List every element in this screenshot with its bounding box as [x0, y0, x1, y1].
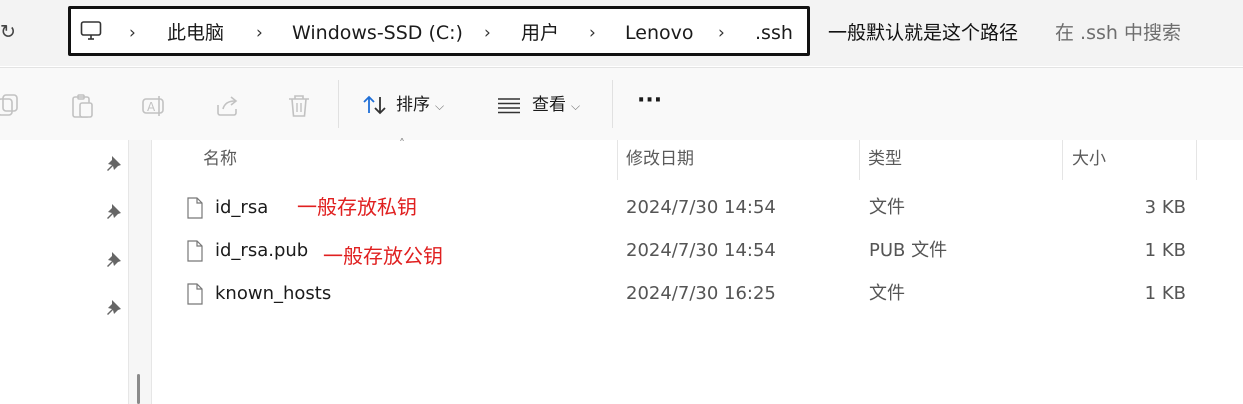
file-name: known_hosts [215, 283, 332, 304]
command-bar: A 排序 ⌵ 查看 ⌵ ··· [0, 67, 1243, 140]
address-row: ↻ › 此电脑 › Windows-SSD (C:) › 用户 › Lenovo… [0, 0, 1243, 66]
rename-icon[interactable]: A [141, 93, 167, 119]
file-icon [187, 240, 203, 262]
more-options-button[interactable]: ··· [637, 88, 662, 114]
chevron-right-icon[interactable]: › [718, 22, 725, 44]
share-icon[interactable] [214, 93, 240, 119]
file-icon [187, 283, 203, 305]
navigation-pane [0, 140, 128, 404]
file-modified: 2024/7/30 14:54 [626, 197, 776, 218]
file-row[interactable]: known_hosts 2024/7/30 16:25 文件 1 KB [160, 274, 1243, 314]
pin-icon[interactable] [104, 153, 124, 173]
path-annotation: 一般默认就是这个路径 [828, 22, 1019, 44]
paste-icon[interactable] [70, 93, 96, 119]
view-label: 查看 [532, 95, 566, 115]
column-divider[interactable] [1196, 140, 1197, 180]
search-input[interactable]: 在 .ssh 中搜索 [1055, 20, 1181, 46]
toolbar-divider [338, 80, 339, 128]
sort-label: 排序 [396, 95, 430, 115]
breadcrumb-this-pc[interactable]: 此电脑 [167, 21, 224, 45]
column-header-modified[interactable]: 修改日期 [626, 148, 694, 170]
breadcrumb-lenovo[interactable]: Lenovo [625, 21, 693, 45]
sort-icon [363, 95, 386, 115]
file-size: 1 KB [1144, 240, 1186, 261]
file-type: PUB 文件 [869, 240, 948, 261]
chevron-down-icon: ⌵ [435, 99, 445, 113]
copy-icon[interactable] [0, 93, 20, 119]
view-button[interactable]: 查看 ⌵ [496, 92, 580, 118]
toolbar-divider [612, 80, 613, 128]
computer-icon [80, 21, 102, 40]
file-modified: 2024/7/30 14:54 [626, 240, 776, 261]
pin-icon[interactable] [104, 297, 124, 317]
svg-text:A: A [147, 100, 156, 114]
column-header-type[interactable]: 类型 [868, 148, 902, 170]
chevron-right-icon[interactable]: › [129, 22, 136, 44]
breadcrumb-users[interactable]: 用户 [521, 21, 559, 45]
file-row[interactable]: id_rsa.pub 一般存放公钥 2024/7/30 14:54 PUB 文件… [160, 231, 1243, 271]
refresh-icon[interactable]: ↻ [0, 20, 22, 44]
content-area: ˄ 名称 修改日期 类型 大小 id_rsa 一般存放私钥 2024/7/30 … [0, 137, 1243, 404]
chevron-right-icon[interactable]: › [589, 22, 596, 44]
file-size: 3 KB [1144, 197, 1186, 218]
view-icon [498, 98, 520, 114]
chevron-down-icon: ⌵ [571, 99, 581, 113]
address-bar[interactable]: › 此电脑 › Windows-SSD (C:) › 用户 › Lenovo ›… [68, 6, 810, 56]
file-modified: 2024/7/30 16:25 [626, 283, 776, 304]
breadcrumb-ssh[interactable]: .ssh [755, 21, 793, 45]
file-type: 文件 [869, 283, 905, 304]
file-annotation: 一般存放私钥 [297, 195, 417, 219]
breadcrumb-drive[interactable]: Windows-SSD (C:) [292, 21, 463, 45]
file-icon [187, 197, 203, 219]
sort-button[interactable]: 排序 ⌵ [361, 92, 444, 118]
sort-ascending-icon: ˄ [399, 137, 405, 151]
nav-scrollbar[interactable] [137, 374, 140, 404]
file-size: 1 KB [1144, 283, 1186, 304]
column-header-size[interactable]: 大小 [1072, 148, 1106, 170]
column-divider[interactable] [1062, 140, 1063, 180]
chevron-right-icon[interactable]: › [484, 22, 491, 44]
file-name: id_rsa [215, 197, 269, 218]
file-type: 文件 [869, 197, 905, 218]
file-row[interactable]: id_rsa 一般存放私钥 2024/7/30 14:54 文件 3 KB [160, 188, 1243, 228]
column-divider[interactable] [617, 140, 618, 180]
column-header-name[interactable]: 名称 [203, 148, 237, 170]
pin-icon[interactable] [104, 249, 124, 269]
pin-icon[interactable] [104, 201, 124, 221]
chevron-right-icon[interactable]: › [256, 22, 263, 44]
file-name: id_rsa.pub [215, 240, 309, 261]
delete-icon[interactable] [286, 93, 312, 119]
file-annotation: 一般存放公钥 [323, 244, 443, 268]
pane-splitter[interactable] [128, 140, 152, 404]
column-divider[interactable] [859, 140, 860, 180]
